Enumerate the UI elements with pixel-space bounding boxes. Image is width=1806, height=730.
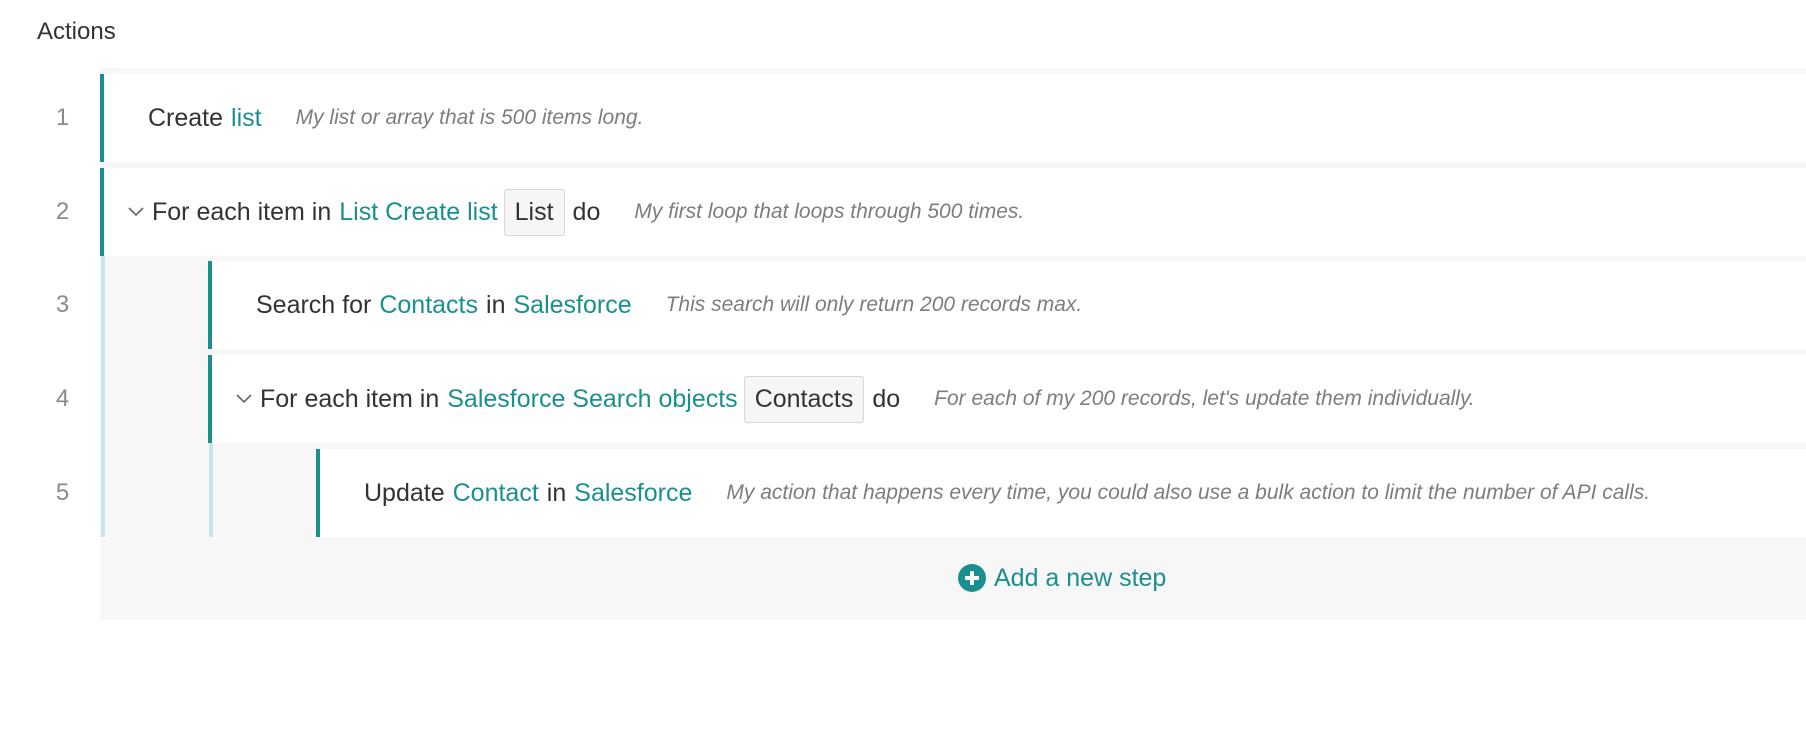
step-row-3[interactable]: Search for Contacts in Salesforce This s…	[208, 261, 1806, 349]
step-note: My first loop that loops through 500 tim…	[634, 200, 1025, 223]
step-app-link[interactable]: Salesforce	[513, 291, 631, 320]
step-number: 4	[55, 385, 70, 412]
loop-stripe-level-2	[209, 443, 213, 537]
step-row-4[interactable]: For each item in Salesforce Search objec…	[208, 355, 1806, 443]
actions-heading: Actions	[37, 18, 116, 45]
loop-suffix: do	[572, 197, 601, 226]
loop-variable-pill[interactable]: Contacts	[743, 375, 865, 423]
chevron-down-icon[interactable]	[236, 394, 254, 404]
step-connector: in	[486, 290, 506, 319]
step-row-1[interactable]: Create list My list or array that is 500…	[100, 74, 1806, 162]
step-verb: Create	[148, 103, 224, 132]
loop-source-link[interactable]: Salesforce Search objects	[447, 385, 737, 414]
loop-suffix: do	[872, 384, 901, 413]
step-note: My list or array that is 500 items long.	[295, 106, 644, 129]
loop-variable-pill[interactable]: List	[503, 188, 565, 236]
plus-circle-icon	[958, 564, 986, 592]
add-step-label: Add a new step	[994, 563, 1167, 592]
step-object-link[interactable]: list	[231, 104, 262, 133]
step-row-5[interactable]: Update Contact in Salesforce My action t…	[316, 449, 1806, 537]
step-number: 3	[55, 291, 70, 318]
step-object-link[interactable]: Contact	[453, 479, 539, 508]
loop-source-link[interactable]: List Create list	[339, 198, 497, 227]
chevron-down-icon[interactable]	[128, 207, 146, 217]
loop-prefix: For each item in	[260, 384, 440, 413]
step-row-2[interactable]: For each item in List Create list List d…	[100, 168, 1806, 256]
step-connector: in	[546, 478, 567, 507]
step-note: For each of my 200 records, let's update…	[934, 387, 1475, 410]
step-verb: Update	[364, 478, 445, 507]
step-note: This search will only return 200 records…	[665, 293, 1083, 316]
step-number: 5	[55, 479, 70, 506]
step-app-link[interactable]: Salesforce	[574, 479, 692, 508]
step-verb: Search for	[256, 290, 372, 319]
step-object-link[interactable]: Contacts	[379, 291, 478, 320]
add-step-button[interactable]: Add a new step	[958, 560, 1166, 596]
step-note: My action that happens every time, you c…	[726, 481, 1651, 504]
loop-prefix: For each item in	[152, 197, 332, 226]
